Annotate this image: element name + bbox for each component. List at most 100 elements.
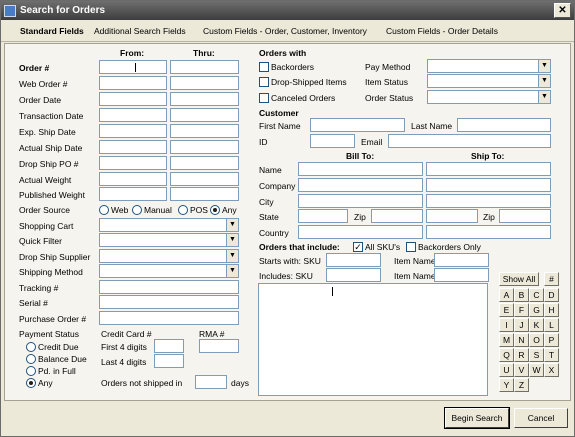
bill-to-company-input[interactable]	[298, 178, 423, 192]
show-all-button[interactable]: Show All	[499, 272, 539, 286]
letter-filter-q-button[interactable]: Q	[499, 348, 514, 362]
payment-balance-due-radio[interactable]	[26, 354, 36, 364]
letter-filter-b-button[interactable]: B	[514, 288, 529, 302]
includes-item-name-input[interactable]	[434, 268, 489, 282]
order-number-from-input[interactable]	[99, 60, 167, 74]
letter-filter-z-button[interactable]: Z	[514, 378, 529, 392]
shopping-cart-dropdown[interactable]: ▼	[99, 218, 239, 232]
ship-to-city-input[interactable]	[426, 194, 551, 208]
order-date-thru-input[interactable]	[170, 92, 239, 106]
tab-custom-fields-order-details[interactable]: Custom Fields - Order Details	[386, 26, 498, 36]
starts-with-item-name-input[interactable]	[434, 253, 489, 267]
published-weight-from-input[interactable]	[99, 187, 167, 201]
shipping-method-dropdown[interactable]: ▼	[99, 264, 239, 278]
letter-filter-p-button[interactable]: P	[544, 333, 559, 347]
actual-weight-from-input[interactable]	[99, 172, 167, 186]
quick-filter-dropdown[interactable]: ▼	[99, 233, 239, 247]
order-number-thru-input[interactable]	[170, 60, 239, 74]
letter-filter-f-button[interactable]: F	[514, 303, 529, 317]
letter-filter-r-button[interactable]: R	[514, 348, 529, 362]
first-four-digits-input[interactable]	[154, 339, 184, 353]
order-date-from-input[interactable]	[99, 92, 167, 106]
ship-to-zip-input[interactable]	[499, 209, 551, 223]
tab-additional-search-fields[interactable]: Additional Search Fields	[94, 26, 186, 36]
published-weight-thru-input[interactable]	[170, 187, 239, 201]
ship-to-state-input[interactable]	[426, 209, 478, 223]
begin-search-button[interactable]: Begin Search	[444, 407, 510, 429]
serial-number-input[interactable]	[99, 295, 239, 309]
drop-ship-po-from-input[interactable]	[99, 156, 167, 170]
email-input[interactable]	[388, 134, 551, 148]
exp-ship-date-from-input[interactable]	[99, 124, 167, 138]
letter-filter-c-button[interactable]: C	[529, 288, 544, 302]
sku-results-list[interactable]	[258, 283, 488, 396]
letter-filter-k-button[interactable]: K	[529, 318, 544, 332]
starts-with-sku-input[interactable]	[326, 253, 381, 267]
letter-filter-l-button[interactable]: L	[544, 318, 559, 332]
actual-ship-date-thru-input[interactable]	[170, 140, 239, 154]
actual-weight-thru-input[interactable]	[170, 172, 239, 186]
last-name-input[interactable]	[457, 118, 551, 132]
backorders-checkbox[interactable]	[259, 62, 269, 72]
letter-filter-m-button[interactable]: M	[499, 333, 514, 347]
letter-filter-j-button[interactable]: J	[514, 318, 529, 332]
chevron-down-icon[interactable]: ▼	[226, 265, 238, 277]
letter-filter-d-button[interactable]: D	[544, 288, 559, 302]
drop-ship-supplier-dropdown[interactable]: ▼	[99, 249, 239, 263]
backorders-only-checkbox[interactable]	[406, 242, 416, 252]
web-order-number-thru-input[interactable]	[170, 76, 239, 90]
letter-filter-g-button[interactable]: G	[529, 303, 544, 317]
chevron-down-icon[interactable]: ▼	[226, 250, 238, 262]
customer-id-input[interactable]	[310, 134, 355, 148]
canceled-orders-checkbox[interactable]	[259, 93, 269, 103]
chevron-down-icon[interactable]: ▼	[226, 234, 238, 246]
chevron-down-icon[interactable]: ▼	[226, 219, 238, 231]
order-source-web-radio[interactable]	[99, 205, 109, 215]
not-shipped-days-input[interactable]	[195, 375, 227, 389]
ship-to-country-input[interactable]	[426, 225, 551, 239]
web-order-number-from-input[interactable]	[99, 76, 167, 90]
includes-sku-input[interactable]	[326, 268, 381, 282]
last-four-digits-input[interactable]	[154, 354, 184, 368]
order-source-pos-radio[interactable]	[178, 205, 188, 215]
letter-filter-v-button[interactable]: V	[514, 363, 529, 377]
ship-to-company-input[interactable]	[426, 178, 551, 192]
bill-to-name-input[interactable]	[298, 162, 423, 176]
letter-filter-x-button[interactable]: X	[544, 363, 559, 377]
bill-to-zip-input[interactable]	[371, 209, 423, 223]
close-button[interactable]: ✕	[554, 3, 571, 18]
order-status-dropdown[interactable]: ▼	[427, 90, 551, 104]
rma-input[interactable]	[199, 339, 239, 353]
purchase-order-input[interactable]	[99, 311, 239, 325]
letter-filter-e-button[interactable]: E	[499, 303, 514, 317]
bill-to-city-input[interactable]	[298, 194, 423, 208]
hash-filter-button[interactable]: #	[544, 272, 559, 286]
bill-to-country-input[interactable]	[298, 225, 423, 239]
tab-custom-fields-order-customer-inventory[interactable]: Custom Fields - Order, Customer, Invento…	[203, 26, 367, 36]
transaction-date-thru-input[interactable]	[170, 108, 239, 122]
chevron-down-icon[interactable]: ▼	[538, 60, 550, 72]
order-source-manual-radio[interactable]	[132, 205, 142, 215]
transaction-date-from-input[interactable]	[99, 108, 167, 122]
letter-filter-i-button[interactable]: I	[499, 318, 514, 332]
payment-credit-due-radio[interactable]	[26, 342, 36, 352]
payment-paid-in-full-radio[interactable]	[26, 366, 36, 376]
drop-ship-po-thru-input[interactable]	[170, 156, 239, 170]
exp-ship-date-thru-input[interactable]	[170, 124, 239, 138]
drop-shipped-items-checkbox[interactable]	[259, 77, 269, 87]
actual-ship-date-from-input[interactable]	[99, 140, 167, 154]
chevron-down-icon[interactable]: ▼	[538, 75, 550, 87]
cancel-button[interactable]: Cancel	[514, 408, 568, 428]
chevron-down-icon[interactable]: ▼	[538, 91, 550, 103]
letter-filter-u-button[interactable]: U	[499, 363, 514, 377]
letter-filter-o-button[interactable]: O	[529, 333, 544, 347]
order-source-any-radio[interactable]	[210, 205, 220, 215]
payment-any-radio[interactable]	[26, 378, 36, 388]
letter-filter-y-button[interactable]: Y	[499, 378, 514, 392]
letter-filter-a-button[interactable]: A	[499, 288, 514, 302]
letter-filter-s-button[interactable]: S	[529, 348, 544, 362]
letter-filter-h-button[interactable]: H	[544, 303, 559, 317]
first-name-input[interactable]	[310, 118, 405, 132]
bill-to-state-input[interactable]	[298, 209, 348, 223]
tab-standard-fields[interactable]: Standard Fields	[20, 26, 84, 36]
